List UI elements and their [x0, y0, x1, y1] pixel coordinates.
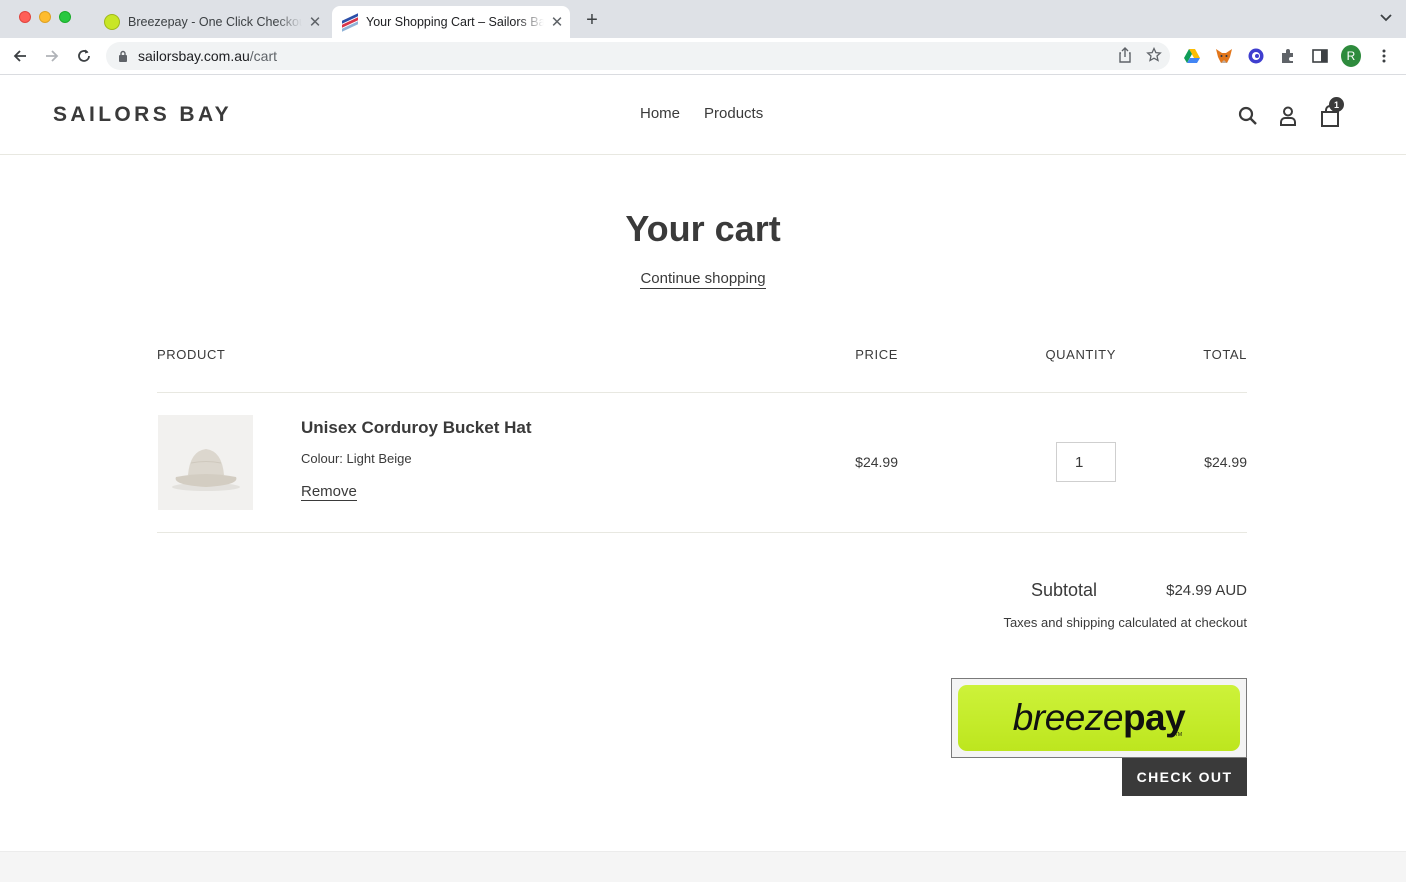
item-line-total: $24.99 — [1204, 454, 1247, 470]
footer — [0, 851, 1406, 882]
table-divider — [157, 392, 1247, 393]
window-close-button[interactable] — [19, 11, 31, 23]
window-zoom-button[interactable] — [59, 11, 71, 23]
column-header-product: PRODUCT — [157, 347, 226, 362]
sailors-bay-favicon-icon — [342, 13, 358, 32]
breezepay-checkout-button[interactable]: breeze pay TM — [958, 685, 1240, 751]
tab-title: Breezepay - One Click Checkout — [128, 15, 302, 29]
back-button[interactable] — [8, 45, 32, 67]
search-icon[interactable] — [1235, 103, 1261, 129]
column-header-price: PRICE — [855, 347, 898, 362]
tab-search-chevron-icon[interactable] — [1380, 10, 1392, 25]
cart-count-badge: 1 — [1329, 97, 1344, 112]
product-variant: Colour: Light Beige — [301, 451, 412, 466]
checkout-button[interactable]: CHECK OUT — [1122, 758, 1247, 796]
url-path: /cart — [249, 48, 278, 64]
browser-tab-bar: Breezepay - One Click Checkout ✕ Your Sh… — [0, 0, 1406, 38]
nav-link-home[interactable]: Home — [628, 105, 692, 122]
column-header-total: TOTAL — [1203, 347, 1247, 362]
metamask-fox-icon[interactable] — [1214, 46, 1234, 66]
tax-shipping-note: Taxes and shipping calculated at checkou… — [1003, 615, 1247, 630]
breezepay-button-frame: breeze pay TM — [951, 678, 1247, 758]
forward-button[interactable] — [40, 45, 64, 67]
continue-shopping-wrapper: Continue shopping — [0, 270, 1406, 289]
google-drive-icon[interactable] — [1182, 46, 1202, 66]
reload-button[interactable] — [72, 45, 96, 67]
close-icon[interactable]: ✕ — [302, 13, 328, 31]
breezepay-logo-text: breeze — [1012, 697, 1124, 738]
nav-link-products[interactable]: Products — [692, 105, 775, 122]
browser-tab-breezepay[interactable]: Breezepay - One Click Checkout ✕ — [92, 6, 328, 38]
breezepay-favicon-icon — [104, 14, 120, 30]
close-icon[interactable]: ✕ — [544, 13, 570, 31]
profile-avatar[interactable]: R — [1341, 45, 1361, 67]
subtotal-label: Subtotal — [1031, 580, 1098, 600]
window-minimize-button[interactable] — [39, 11, 51, 23]
account-icon[interactable] — [1275, 103, 1301, 129]
url-host: sailorsbay.com.au — [138, 48, 250, 64]
new-tab-button[interactable]: + — [580, 8, 604, 32]
product-name[interactable]: Unisex Corduroy Bucket Hat — [301, 418, 532, 438]
remove-item-link[interactable]: Remove — [301, 483, 357, 501]
trademark-mark: TM — [1174, 732, 1182, 738]
browser-tab-cart[interactable]: Your Shopping Cart – Sailors Bay ✕ — [332, 6, 570, 38]
browser-toolbar: sailorsbay.com.au/cart R — [0, 38, 1406, 75]
quantity-input[interactable] — [1056, 442, 1116, 482]
bookmark-star-icon[interactable] — [1146, 46, 1162, 66]
column-header-quantity: QUANTITY — [1045, 347, 1116, 362]
cart-icon[interactable]: 1 — [1317, 97, 1344, 129]
subtotal-value: $24.99 AUD — [1166, 582, 1247, 599]
share-icon[interactable] — [1118, 47, 1132, 66]
browser-menu-icon[interactable] — [1374, 46, 1394, 66]
continue-shopping-link[interactable]: Continue shopping — [640, 270, 766, 289]
extension-eye-icon[interactable] — [1246, 46, 1266, 66]
lock-icon — [118, 50, 128, 62]
main-nav: Home Products — [628, 105, 775, 122]
extensions-puzzle-icon[interactable] — [1278, 46, 1298, 66]
product-image[interactable] — [158, 415, 253, 510]
store-logo[interactable]: SAILORS BAY — [53, 103, 232, 127]
table-divider — [157, 532, 1247, 533]
side-panel-icon[interactable] — [1310, 46, 1330, 66]
tab-title: Your Shopping Cart – Sailors Bay — [366, 15, 544, 29]
item-price: $24.99 — [855, 454, 898, 470]
address-bar[interactable]: sailorsbay.com.au/cart — [106, 42, 1170, 70]
site-header: SAILORS BAY Home Products 1 — [0, 75, 1406, 155]
page-title: Your cart — [625, 208, 781, 249]
